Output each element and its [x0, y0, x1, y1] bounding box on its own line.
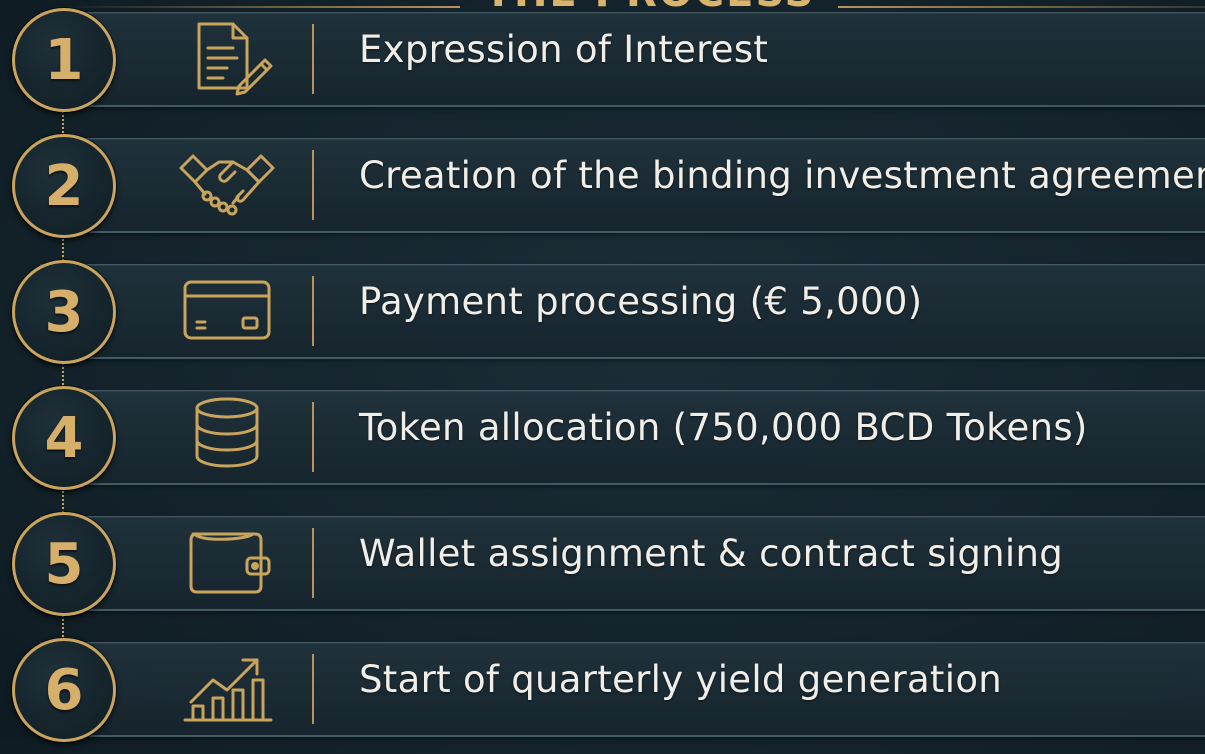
step-number: 4	[44, 405, 84, 471]
growth-chart-icon	[177, 646, 277, 726]
step-6: 6 Start of quarterly yield generation	[0, 628, 1205, 754]
step-5: 5 Wallet assignment & contract signing	[0, 502, 1205, 628]
step-4: 4 Token allocation (750,000 BCD Tokens)	[0, 376, 1205, 502]
step-2: 2 Creation of the binding investment agr…	[0, 124, 1205, 250]
divider	[312, 24, 314, 94]
step-1: 1 Expression of Interest	[0, 0, 1205, 124]
handshake-icon	[177, 142, 277, 222]
step-number-badge: 2	[12, 134, 116, 238]
divider	[312, 654, 314, 724]
step-number: 6	[44, 657, 84, 723]
step-label: Expression of Interest	[359, 28, 769, 71]
divider	[312, 402, 314, 472]
step-number-badge: 6	[12, 638, 116, 742]
step-number-badge: 4	[12, 386, 116, 490]
divider	[312, 528, 314, 598]
step-label: Wallet assignment & contract signing	[359, 532, 1064, 575]
step-label: Token allocation (750,000 BCD Tokens)	[359, 406, 1088, 449]
document-pencil-icon	[177, 16, 277, 96]
step-number-badge: 5	[12, 512, 116, 616]
step-label: Payment processing (€ 5,000)	[359, 280, 923, 323]
coin-stack-icon	[177, 394, 277, 474]
divider	[312, 150, 314, 220]
step-label: Start of quarterly yield generation	[359, 658, 1003, 701]
step-3: 3 Payment processing (€ 5,000)	[0, 250, 1205, 376]
step-number: 5	[44, 531, 84, 597]
step-number-badge: 1	[12, 8, 116, 112]
wallet-icon	[177, 520, 277, 600]
step-number: 1	[44, 27, 84, 93]
step-number-badge: 3	[12, 260, 116, 364]
step-number: 2	[44, 153, 84, 219]
step-label: Creation of the binding investment agree…	[359, 154, 1205, 197]
step-number: 3	[44, 279, 84, 345]
credit-card-icon	[177, 268, 277, 348]
divider	[312, 276, 314, 346]
